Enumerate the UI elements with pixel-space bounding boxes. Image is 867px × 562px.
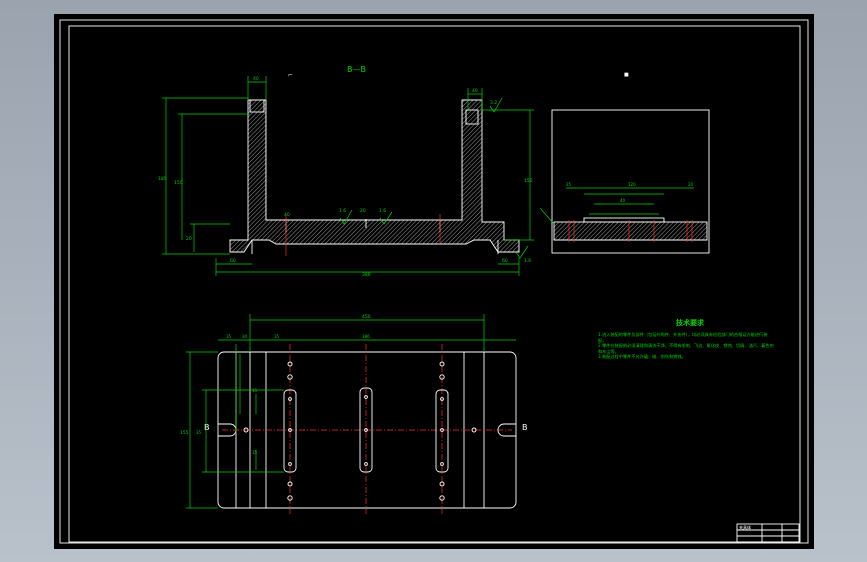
roughness-1: 1.6 [339, 208, 346, 214]
dim-slot: 20 [360, 208, 366, 214]
cut-marker-left: B [204, 423, 210, 432]
dim-center: 40 [284, 212, 290, 218]
note-item-2: 2.零件在装配前必须清理和清洗干净，不得有毛刺、飞边、氧化皮、锈蚀、切屑、油污、… [598, 343, 774, 354]
detail-view: 25 120 20 40 [539, 109, 710, 254]
dim-left-total: 185 [158, 176, 167, 182]
plan-dim-a: 35 [226, 334, 232, 339]
detail-dim-d: 40 [620, 198, 626, 203]
detail-marker: ■ [624, 72, 629, 78]
cut-marker-right: B [522, 423, 528, 432]
plan-dimensions [186, 314, 516, 509]
plan-dim-b: 30 [242, 334, 248, 339]
plan-dim-small-top: 15 [252, 388, 258, 393]
detail-dim-a: 25 [566, 182, 572, 187]
detail-dim-b: 120 [628, 182, 636, 187]
dim-top-right: 40 [472, 88, 478, 94]
dim-bottom-right: 60 [502, 258, 508, 264]
cad-drawing: B—B ⌐ ■ 40 40 185 150 20 150 60 60 386 4… [59, 19, 809, 544]
dim-right: 150 [524, 178, 533, 184]
section-title: B—B [347, 65, 366, 74]
plan-dim-center: 386 [362, 334, 370, 339]
dim-bottom-left: 60 [230, 258, 236, 264]
dim-top-left: 40 [253, 76, 259, 82]
plan-dim-slot: 35 [196, 430, 202, 435]
plan-dim-total: 450 [362, 314, 371, 320]
roughness-2: 1.6 [379, 208, 386, 214]
plan-dim-c: 35 [274, 334, 280, 339]
dim-base-total: 386 [362, 272, 371, 278]
section-view: B—B ⌐ ■ 40 40 185 150 20 150 60 60 386 4… [158, 65, 629, 278]
detail-dim-c: 20 [688, 182, 694, 187]
dim-left-base: 20 [186, 236, 192, 242]
note-item-1: 1.进入装配的零件及部件（包括外购件、外协件），均必须具有检验部门的合格证方能进… [598, 332, 768, 343]
cut-marker-top: ⌐ [288, 72, 293, 79]
note-item-3: 3.装配过程中零件不允许磕、碰、划伤和锈蚀。 [598, 354, 686, 360]
roughness-4: 1.6 [524, 258, 531, 264]
plan-dim-small-bottom: 15 [252, 450, 258, 455]
detail-section [553, 221, 708, 241]
technical-requirements: 技术要求 1.进入装配的零件及部件（包括外购件、外协件），均必须具有检验部门的合… [598, 318, 774, 360]
drawing-sheet: B—B ⌐ ■ 40 40 185 150 20 150 60 60 386 4… [54, 14, 814, 549]
detail-top-slot [583, 217, 665, 223]
detail-dimensions [539, 187, 694, 225]
plan-dim-height: 155 [180, 430, 189, 436]
plan-view: B B 450 35 30 35 386 155 35 15 15 [180, 314, 528, 514]
dim-left-inner: 150 [174, 180, 183, 186]
outer-border [59, 19, 809, 544]
title-block-label: 夹具体 [739, 524, 751, 530]
roughness-3: 3.2 [490, 100, 497, 106]
notes-title: 技术要求 [676, 318, 705, 327]
title-block: 夹具体 [736, 523, 800, 543]
